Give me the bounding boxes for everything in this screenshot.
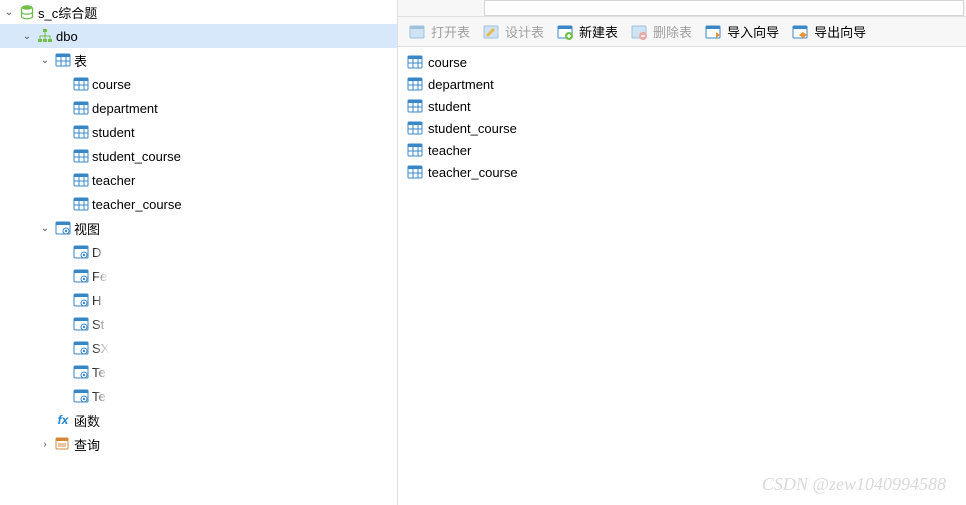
export-wizard-button[interactable]: 导出向导 <box>789 22 866 41</box>
item-label: teacher_course <box>428 165 518 180</box>
chevron-down-icon: ⌄ <box>20 31 34 42</box>
view-icon <box>73 340 89 356</box>
chevron-down-icon: ⌄ <box>38 223 52 234</box>
new-table-icon <box>557 24 573 40</box>
design-table-icon <box>483 24 499 40</box>
database-icon <box>19 4 35 20</box>
table-icon <box>407 76 423 92</box>
tab-bar-blank <box>484 0 964 16</box>
open-table-button[interactable]: 打开表 <box>406 22 470 41</box>
delete-table-button[interactable]: 删除表 <box>628 22 692 41</box>
chevron-down-icon: ⌄ <box>38 55 52 66</box>
toolbar: 打开表 设计表 新建表 删除表 导入向导 导出向导 <box>398 17 966 47</box>
list-item[interactable]: student <box>404 95 960 117</box>
table-icon <box>73 100 89 116</box>
main-panel: 打开表 设计表 新建表 删除表 导入向导 导出向导 course departm… <box>398 0 966 505</box>
design-table-button[interactable]: 设计表 <box>480 22 544 41</box>
delete-table-icon <box>631 24 647 40</box>
list-item[interactable]: course <box>404 51 960 73</box>
tree-node-table[interactable]: student <box>0 120 397 144</box>
tree-node-schema[interactable]: ⌄ dbo <box>0 24 397 48</box>
table-icon <box>73 76 89 92</box>
schema-icon <box>37 28 53 44</box>
tab-bar-area <box>398 0 966 17</box>
table-list[interactable]: course department student student_course… <box>398 47 966 505</box>
list-item[interactable]: teacher <box>404 139 960 161</box>
table-icon <box>73 172 89 188</box>
tool-label: 删除表 <box>653 22 692 41</box>
list-item[interactable]: student_course <box>404 117 960 139</box>
view-icon <box>73 292 89 308</box>
list-item[interactable]: department <box>404 73 960 95</box>
tree-node-table[interactable]: teacher_course <box>0 192 397 216</box>
tree-node-table[interactable]: department <box>0 96 397 120</box>
table-icon <box>407 54 423 70</box>
import-icon <box>705 24 721 40</box>
query-icon <box>55 436 71 452</box>
tree-node-table[interactable]: course <box>0 72 397 96</box>
tree-label: 表 <box>74 51 87 70</box>
tool-label: 导出向导 <box>814 22 866 41</box>
table-icon <box>407 164 423 180</box>
chevron-down-icon: ⌄ <box>2 7 16 18</box>
item-label: teacher <box>428 143 471 158</box>
chevron-right-icon: › <box>38 439 52 450</box>
table-icon <box>407 98 423 114</box>
tool-label: 新建表 <box>579 22 618 41</box>
tree-label: teacher_course <box>92 197 182 212</box>
table-icon <box>73 148 89 164</box>
view-icon <box>55 220 71 236</box>
item-label: department <box>428 77 494 92</box>
tree-label: teacher <box>92 173 135 188</box>
function-icon: fx <box>55 412 71 428</box>
tree-label: student_course <box>92 149 181 164</box>
item-label: course <box>428 55 467 70</box>
table-icon <box>73 196 89 212</box>
view-icon <box>73 316 89 332</box>
list-item[interactable]: teacher_course <box>404 161 960 183</box>
table-icon <box>55 52 71 68</box>
table-icon <box>407 142 423 158</box>
tool-label: 导入向导 <box>727 22 779 41</box>
tree-label: 函数 <box>74 411 100 430</box>
export-icon <box>792 24 808 40</box>
view-icon <box>73 244 89 260</box>
view-icon <box>73 268 89 284</box>
tool-label: 打开表 <box>431 22 470 41</box>
tree-node-queries[interactable]: › 查询 <box>0 432 397 456</box>
tree-node-table[interactable]: teacher <box>0 168 397 192</box>
object-tree[interactable]: ⌄ s_c综合题 ⌄ dbo ⌄ 表 course department stu… <box>0 0 398 505</box>
tree-node-views-folder[interactable]: ⌄ 视图 <box>0 216 397 240</box>
tree-label: course <box>92 77 131 92</box>
blurred-region <box>100 240 330 420</box>
item-label: student_course <box>428 121 517 136</box>
tree-label: 查询 <box>74 435 100 454</box>
tree-label: 视图 <box>74 219 100 238</box>
import-wizard-button[interactable]: 导入向导 <box>702 22 779 41</box>
tool-label: 设计表 <box>505 22 544 41</box>
tree-node-database[interactable]: ⌄ s_c综合题 <box>0 0 397 24</box>
tree-label: student <box>92 125 135 140</box>
tree-label: dbo <box>56 29 78 44</box>
tree-node-table[interactable]: student_course <box>0 144 397 168</box>
table-icon <box>73 124 89 140</box>
tree-label: s_c综合题 <box>38 3 97 22</box>
open-table-icon <box>409 24 425 40</box>
table-icon <box>407 120 423 136</box>
view-icon <box>73 388 89 404</box>
new-table-button[interactable]: 新建表 <box>554 22 618 41</box>
item-label: student <box>428 99 471 114</box>
tree-label: department <box>92 101 158 116</box>
view-icon <box>73 364 89 380</box>
tree-node-tables-folder[interactable]: ⌄ 表 <box>0 48 397 72</box>
